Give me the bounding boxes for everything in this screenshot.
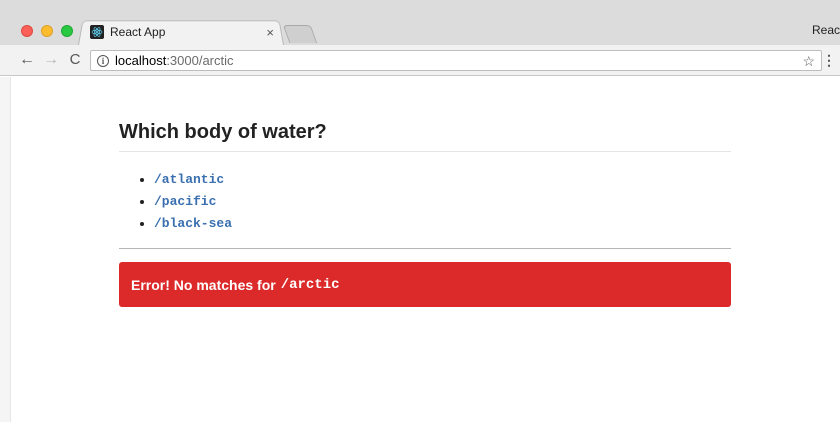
- url-text: localhost:3000/arctic: [115, 53, 234, 68]
- list-item: /pacific: [154, 190, 731, 212]
- react-favicon-icon: [90, 25, 104, 39]
- water-link-list: /atlantic /pacific /black-sea: [119, 168, 731, 234]
- address-bar[interactable]: i localhost:3000/arctic ☆: [90, 50, 822, 71]
- tab-title: React App: [110, 25, 166, 39]
- url-path: :3000/arctic: [166, 53, 234, 68]
- browser-menu-icon[interactable]: ⋮: [822, 52, 836, 69]
- forward-arrow-icon[interactable]: →: [42, 50, 60, 70]
- error-alert: Error! No matches for /arctic: [119, 262, 731, 307]
- link-pacific[interactable]: /pacific: [154, 194, 216, 209]
- page-left-edge: [0, 77, 11, 422]
- list-item: /atlantic: [154, 168, 731, 190]
- list-item: /black-sea: [154, 212, 731, 234]
- content-container: Which body of water? /atlantic /pacific …: [119, 77, 731, 307]
- page-heading: Which body of water?: [119, 121, 731, 152]
- divider: [119, 248, 731, 249]
- zoom-window-button[interactable]: [61, 25, 73, 37]
- info-icon[interactable]: i: [97, 54, 109, 67]
- reload-icon[interactable]: C: [66, 50, 84, 70]
- tab-close-icon[interactable]: ×: [266, 25, 274, 40]
- back-arrow-icon[interactable]: ←: [18, 50, 36, 70]
- error-message: Error! No matches for: [131, 276, 276, 293]
- minimize-window-button[interactable]: [41, 25, 53, 37]
- url-host: localhost: [115, 53, 167, 68]
- bookmark-star-icon[interactable]: ☆: [802, 51, 815, 71]
- page-viewport: Which body of water? /atlantic /pacific …: [0, 77, 840, 422]
- close-window-button[interactable]: [21, 25, 33, 37]
- link-atlantic[interactable]: /atlantic: [154, 172, 224, 187]
- profile-label: React: [812, 23, 840, 37]
- browser-tab-react-app[interactable]: React App ×: [86, 21, 278, 43]
- link-black-sea[interactable]: /black-sea: [154, 216, 232, 231]
- error-path: /arctic: [280, 276, 340, 293]
